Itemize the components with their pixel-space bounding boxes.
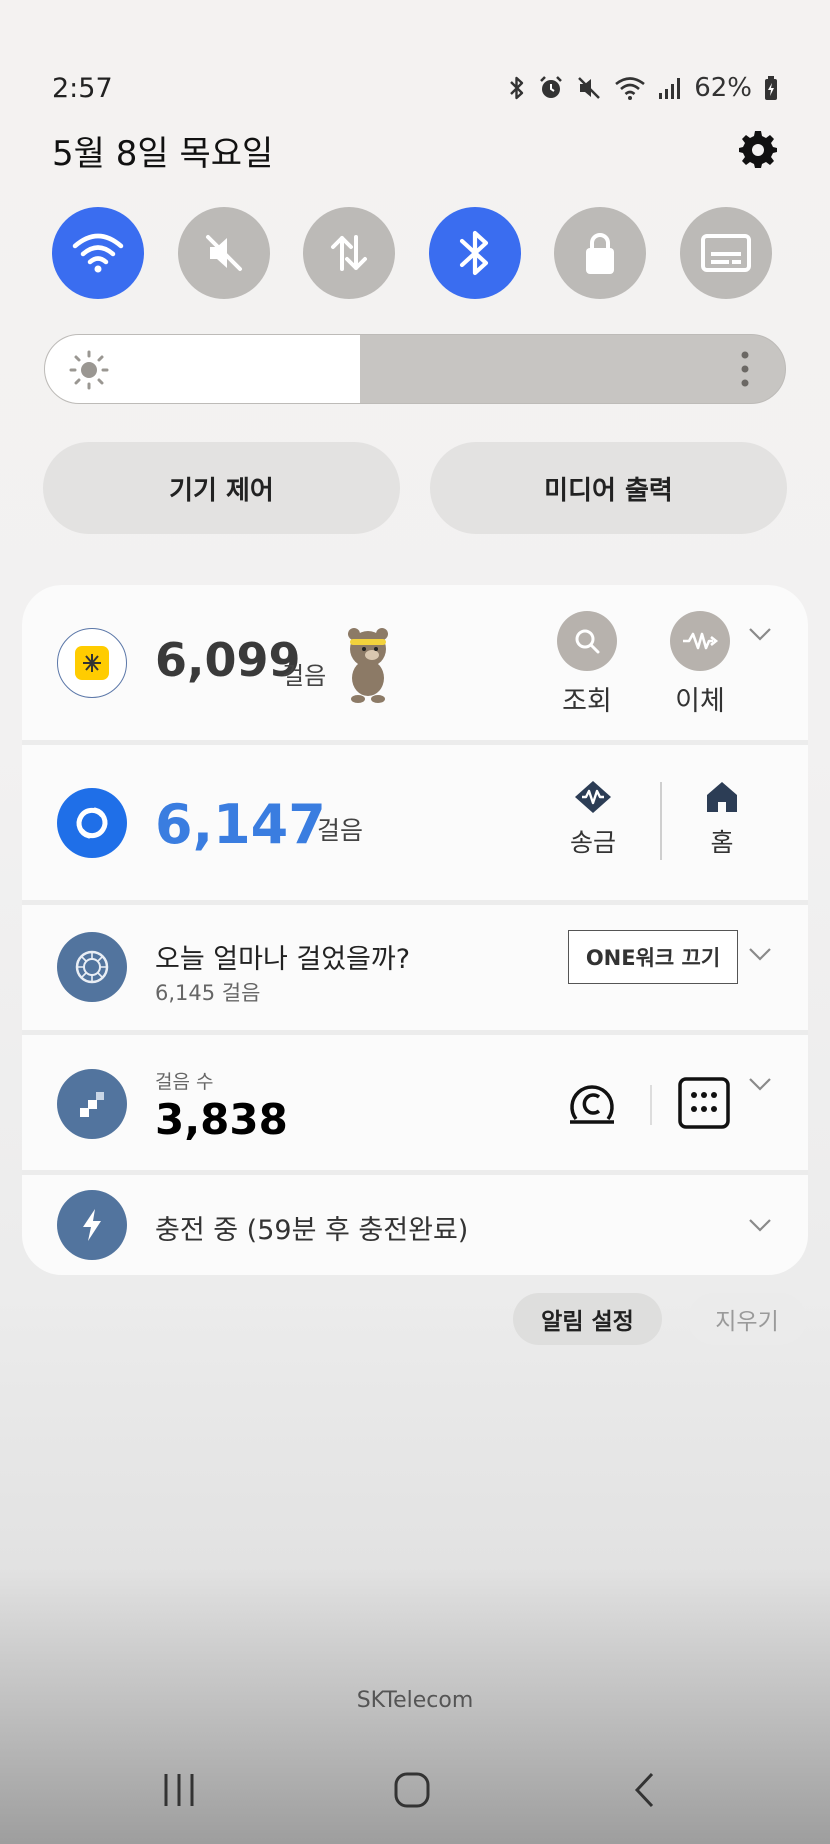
quick-settings-row xyxy=(52,207,772,299)
clear-button[interactable]: 지우기 xyxy=(688,1293,806,1345)
toss-logo-icon xyxy=(76,807,108,839)
steps-app-icon xyxy=(57,1069,127,1139)
signal-icon xyxy=(659,78,681,99)
recent-apps-icon[interactable] xyxy=(162,1770,196,1810)
date-row: 5월 8일 목요일 xyxy=(52,126,778,174)
steps-label: 걸음 수 xyxy=(155,1071,214,1093)
more-options-icon[interactable] xyxy=(741,349,749,389)
transfer-action[interactable]: 이체 xyxy=(670,611,730,718)
notification-title: 오늘 얼마나 걸었을까? xyxy=(155,944,411,975)
home-action[interactable]: 홈 xyxy=(704,779,740,859)
caption-toggle[interactable] xyxy=(679,207,772,299)
dice-grid-icon[interactable] xyxy=(678,1077,730,1129)
bluetooth-toggle[interactable] xyxy=(428,207,521,299)
search-icon xyxy=(575,629,600,654)
sound-toggle[interactable] xyxy=(177,207,270,299)
caption-icon xyxy=(700,234,751,272)
notification-card-charging[interactable]: 충전 중 (59분 후 충전완료) xyxy=(22,1175,808,1275)
sun-icon xyxy=(69,350,109,390)
notification-card-toss[interactable]: 6,147 걸음 송금 홈 xyxy=(22,745,808,900)
action-divider xyxy=(660,782,662,860)
steps-unit: 걸음 xyxy=(317,816,364,845)
badge-icon xyxy=(75,950,109,984)
transfer-icon xyxy=(683,632,719,650)
transfer-icon-circle xyxy=(670,611,730,671)
status-bar: 2:57 62% xyxy=(52,70,778,106)
notification-card-steps[interactable]: 걸음 수 3,838 xyxy=(22,1035,808,1170)
steps-count: 6,099 xyxy=(155,633,301,687)
send-money-action[interactable]: 송금 xyxy=(570,779,616,859)
status-time: 2:57 xyxy=(52,72,113,104)
home-icon xyxy=(707,782,737,812)
inquiry-action[interactable]: 조회 xyxy=(557,611,617,718)
status-icons: 62% xyxy=(508,73,778,103)
inquiry-label: 조회 xyxy=(562,686,612,717)
date-text: 5월 8일 목요일 xyxy=(52,133,274,174)
data-transfer-icon xyxy=(331,235,368,271)
bear-mascot-icon xyxy=(348,628,388,703)
pill-row: 기기 제어 미디어 출력 xyxy=(43,442,787,534)
brightness-slider[interactable] xyxy=(44,334,786,404)
notification-card-kb[interactable]: 6,099 걸음 조회 이체 xyxy=(22,585,808,740)
wifi-toggle[interactable] xyxy=(52,207,144,299)
back-icon[interactable] xyxy=(632,1770,658,1810)
settings-gear-icon[interactable] xyxy=(738,130,778,170)
home-label: 홈 xyxy=(710,828,734,857)
transfer-label: 이체 xyxy=(675,686,725,717)
mute-icon xyxy=(205,235,242,271)
battery-charging-icon xyxy=(765,76,777,100)
chevron-down-icon[interactable] xyxy=(748,627,772,641)
notification-card-onewalk[interactable]: 오늘 얼마나 걸었을까? 6,145 걸음 ONE워크 끄기 xyxy=(22,905,808,1030)
notification-footer: 알림 설정 지우기 xyxy=(513,1293,806,1345)
carrier-label: SKTelecom xyxy=(356,1688,474,1713)
kb-app-icon xyxy=(57,628,127,698)
steps-count: 3,838 xyxy=(155,1095,288,1144)
mute-icon xyxy=(578,77,601,99)
home-nav-icon[interactable] xyxy=(392,1770,432,1810)
send-money-icon xyxy=(575,781,611,813)
charging-app-icon xyxy=(57,1190,127,1260)
kb-logo-icon xyxy=(75,646,109,680)
onewalk-app-icon xyxy=(57,932,127,1002)
action-divider xyxy=(650,1085,652,1125)
lightning-icon xyxy=(83,1209,101,1241)
device-control-button[interactable]: 기기 제어 xyxy=(43,442,400,534)
charging-text: 충전 중 (59분 후 충전완료) xyxy=(155,1215,469,1246)
notification-panel: 6,099 걸음 조회 이체 6,147 걸음 송금 홈 오늘 얼마나 걸었을까… xyxy=(22,585,808,1275)
bluetooth-icon xyxy=(510,76,524,100)
mobile-data-toggle[interactable] xyxy=(303,207,396,299)
wifi-icon xyxy=(72,233,124,273)
wifi-icon xyxy=(615,77,646,100)
search-icon-circle xyxy=(557,611,617,671)
lock-icon xyxy=(586,233,615,274)
chevron-down-icon[interactable] xyxy=(748,1218,772,1232)
steps-count: 6,147 xyxy=(155,793,326,856)
bluetooth-icon xyxy=(459,230,488,276)
battery-percent: 62% xyxy=(694,73,752,103)
alarm-icon xyxy=(540,76,563,98)
onewalk-off-button[interactable]: ONE워크 끄기 xyxy=(568,930,738,984)
notification-subtitle: 6,145 걸음 xyxy=(155,981,261,1005)
chevron-down-icon[interactable] xyxy=(748,1077,772,1091)
steps-unit: 걸음 xyxy=(282,662,327,690)
notification-settings-button[interactable]: 알림 설정 xyxy=(513,1293,662,1345)
stairs-icon xyxy=(80,1092,104,1117)
coin-stack-icon[interactable] xyxy=(562,1077,622,1127)
toss-app-icon xyxy=(57,788,127,858)
lock-toggle[interactable] xyxy=(554,207,647,299)
send-money-label: 송금 xyxy=(570,828,617,857)
navigation-bar xyxy=(0,1770,830,1824)
media-output-button[interactable]: 미디어 출력 xyxy=(430,442,787,534)
chevron-down-icon[interactable] xyxy=(748,947,772,961)
